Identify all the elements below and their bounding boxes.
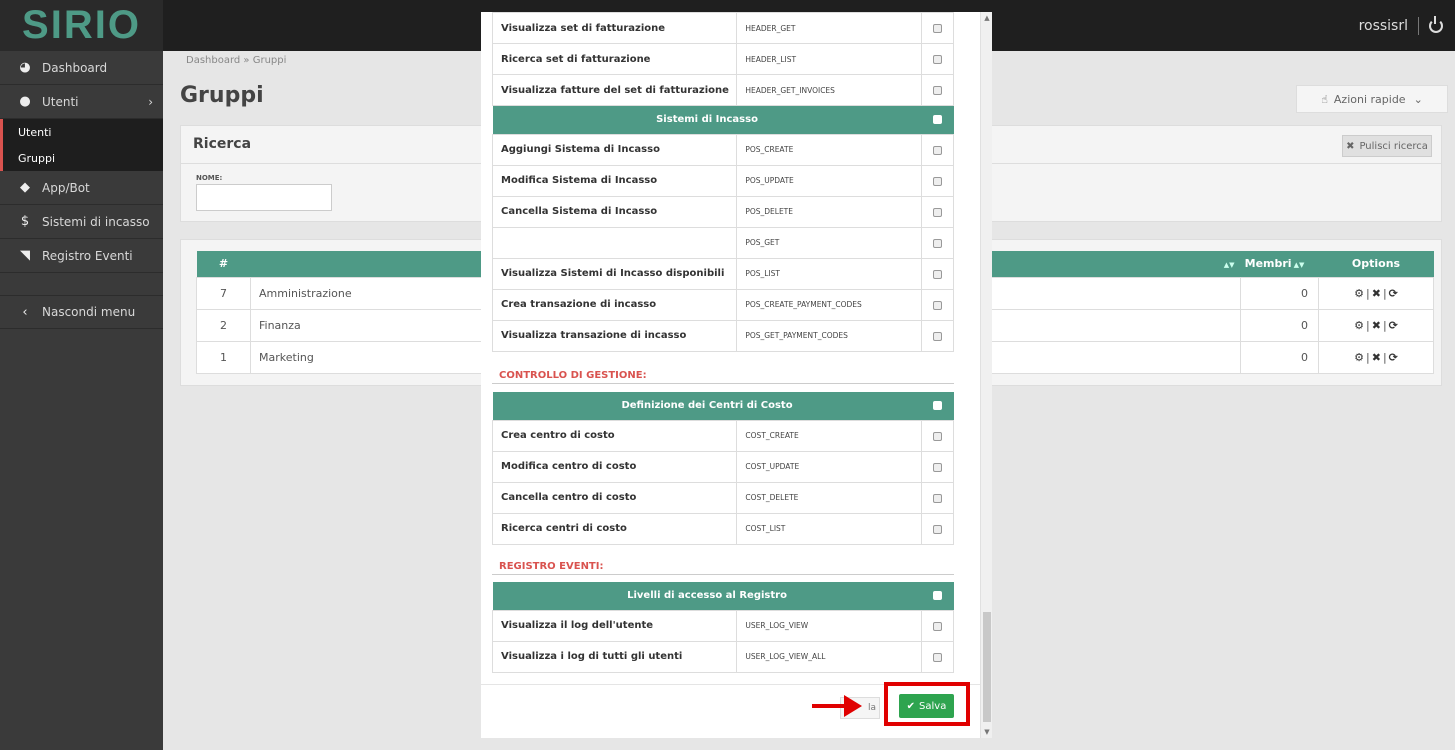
permissions-modal: Visualizza set di fatturazione HEADER_GE… — [481, 12, 992, 738]
permission-row: Ricerca centri di costo COST_LIST — [491, 512, 954, 545]
user-icon: ● — [19, 94, 31, 109]
sidebar-item-appbot[interactable]: ◆ App/Bot — [0, 171, 163, 205]
chevron-left-icon: ‹ — [22, 304, 28, 320]
permission-row: Cancella Sistema di Incasso POS_DELETE — [491, 195, 954, 228]
permission-row: POS_GET — [491, 226, 954, 259]
permission-checkbox[interactable] — [933, 86, 943, 95]
permission-checkbox[interactable] — [933, 621, 943, 631]
sidebar-item-dashboard[interactable]: ◕ Dashboard — [0, 51, 163, 85]
annotation-arrow — [812, 704, 846, 708]
cost-center-permissions-table: Definizione dei Centri di Costo Crea cen… — [491, 392, 954, 545]
permission-row: Modifica centro di costo COST_UPDATE — [491, 450, 954, 483]
divider — [492, 574, 954, 575]
power-icon[interactable] — [1429, 15, 1443, 33]
sidebar-item-utenti[interactable]: ● Utenti › — [0, 85, 163, 119]
rss-icon: ◥ — [20, 248, 30, 263]
permission-checkbox[interactable] — [933, 145, 943, 155]
annotation-arrow-head — [844, 695, 862, 717]
permission-row: Cancella centro di costo COST_DELETE — [491, 481, 954, 514]
dashboard-icon: ◕ — [19, 60, 31, 75]
permission-row: Crea centro di costo COST_CREATE — [491, 419, 954, 452]
cost-center-header: Definizione dei Centri di Costo — [492, 392, 922, 420]
permission-row: Ricerca set di fatturazione HEADER_LIST — [491, 43, 954, 75]
log-permissions-table: Livelli di accesso al Registro Visualizz… — [491, 582, 954, 673]
permission-checkbox[interactable] — [933, 238, 943, 248]
user-area: rossisrl — [1359, 0, 1443, 51]
username[interactable]: rossisrl — [1359, 18, 1408, 34]
permission-checkbox[interactable] — [933, 300, 943, 310]
hide-menu-button[interactable]: ‹ Nascondi menu — [0, 295, 163, 329]
permission-checkbox[interactable] — [933, 331, 943, 341]
permission-checkbox[interactable] — [933, 652, 943, 662]
dollar-icon: $ — [20, 214, 30, 229]
permission-row: Visualizza Sistemi di Incasso disponibil… — [491, 257, 954, 290]
scroll-thumb[interactable] — [983, 612, 991, 722]
annotation-highlight-box — [884, 682, 970, 726]
logo[interactable]: SIRIO — [0, 0, 163, 51]
sidebar-subitem-utenti[interactable]: Utenti — [0, 119, 163, 145]
permission-checkbox[interactable] — [933, 176, 943, 186]
modal-footer: la ✔ Salva — [481, 682, 980, 738]
section-title-registro: REGISTRO EVENTI: — [499, 561, 604, 572]
scroll-up-icon[interactable]: ▲ — [981, 14, 993, 22]
permission-checkbox[interactable] — [933, 55, 943, 64]
permission-checkbox[interactable] — [933, 24, 943, 33]
sidebar-subitem-gruppi[interactable]: Gruppi — [0, 145, 163, 171]
incasso-header: Sistemi di Incasso — [492, 106, 922, 134]
permission-checkbox[interactable] — [933, 207, 943, 217]
section-title-controllo: CONTROLLO DI GESTIONE: — [499, 370, 647, 381]
permission-checkbox[interactable] — [933, 462, 943, 472]
log-access-header: Livelli di accesso al Registro — [492, 582, 922, 610]
modal-body: Visualizza set di fatturazione HEADER_GE… — [481, 12, 980, 683]
modal-scrollbar[interactable]: ▲ ▼ — [980, 12, 992, 738]
billing-permissions-table: Visualizza set di fatturazione HEADER_GE… — [491, 12, 954, 106]
permission-checkbox[interactable] — [933, 269, 943, 279]
permission-row: Modifica Sistema di Incasso POS_UPDATE — [491, 164, 954, 197]
permission-row: Visualizza fatture del set di fatturazio… — [491, 74, 954, 106]
permission-checkbox[interactable] — [933, 431, 943, 441]
chevron-right-icon: › — [148, 94, 153, 109]
sidebar-item-sistemi-incasso[interactable]: $ Sistemi di incasso — [0, 205, 163, 239]
permission-checkbox[interactable] — [933, 524, 943, 534]
permission-row: Visualizza set di fatturazione HEADER_GE… — [491, 12, 954, 44]
divider — [492, 383, 954, 384]
android-icon: ◆ — [20, 180, 30, 195]
permission-row: Visualizza il log dell'utente USER_LOG_V… — [491, 609, 954, 642]
select-all-checkbox[interactable] — [933, 114, 943, 124]
permission-row: Visualizza transazione di incasso POS_GE… — [491, 319, 954, 352]
sidebar-submenu: Utenti Gruppi — [0, 119, 163, 171]
permission-row: Aggiungi Sistema di Incasso POS_CREATE — [491, 133, 954, 166]
select-all-checkbox[interactable] — [933, 590, 943, 600]
sidebar-item-registro-eventi[interactable]: ◥ Registro Eventi — [0, 239, 163, 273]
scroll-down-icon[interactable]: ▼ — [981, 728, 993, 736]
sidebar: ◕ Dashboard ● Utenti › Utenti Gruppi ◆ A… — [0, 51, 163, 750]
permission-row: Visualizza i log di tutti gli utenti USE… — [491, 640, 954, 673]
select-all-checkbox[interactable] — [933, 400, 943, 410]
permission-checkbox[interactable] — [933, 493, 943, 503]
divider — [1418, 16, 1419, 35]
incasso-permissions-table: Sistemi di Incasso Aggiungi Sistema di I… — [491, 106, 954, 352]
permission-row: Crea transazione di incasso POS_CREATE_P… — [491, 288, 954, 321]
